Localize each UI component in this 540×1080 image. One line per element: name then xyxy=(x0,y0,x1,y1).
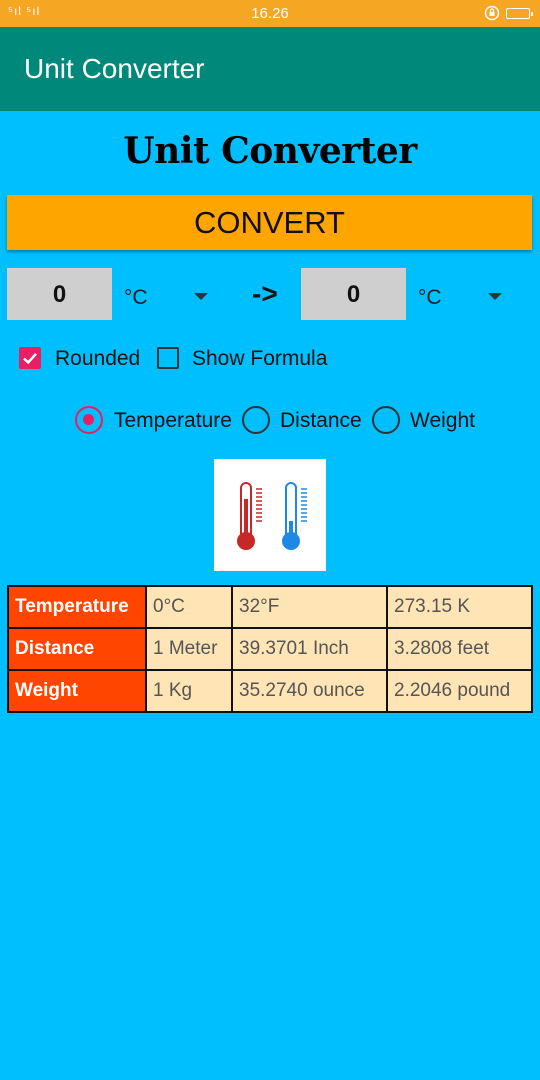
radio-distance[interactable] xyxy=(242,406,270,434)
table-row-header: Temperature xyxy=(7,585,147,629)
radio-temperature[interactable] xyxy=(75,406,103,434)
table-cell: 2.2046 pound xyxy=(386,669,533,713)
table-cell: 39.3701 Inch xyxy=(231,627,388,671)
radio-weight-label[interactable]: Weight xyxy=(410,409,475,433)
table-row-header: Weight xyxy=(7,669,147,713)
battery-icon xyxy=(506,7,533,19)
to-value-output[interactable]: 0 xyxy=(301,268,406,320)
page-title: Unit Converter xyxy=(123,130,417,172)
show-formula-label[interactable]: Show Formula xyxy=(192,347,327,371)
table-cell: 35.2740 ounce xyxy=(231,669,388,713)
radio-weight[interactable] xyxy=(372,406,400,434)
status-icons xyxy=(484,5,533,21)
app-bar-title: Unit Converter xyxy=(24,53,205,84)
rounded-checkbox[interactable] xyxy=(19,347,41,369)
conversion-arrow: -> xyxy=(252,278,278,309)
table-row: Weight 1 Kg 35.2740 ounce 2.2046 pound xyxy=(7,669,533,713)
table-cell: 273.15 K xyxy=(386,585,533,629)
table-row: Distance 1 Meter 39.3701 Inch 3.2808 fee… xyxy=(7,627,533,671)
table-cell: 3.2808 feet xyxy=(386,627,533,671)
radio-temperature-label[interactable]: Temperature xyxy=(114,409,232,433)
conversion-table: Temperature 0°C 32°F 273.15 K Distance 1… xyxy=(7,585,533,713)
table-cell: 1 Meter xyxy=(145,627,233,671)
from-unit-select[interactable]: °C xyxy=(124,286,148,310)
thermometer-icon xyxy=(237,482,307,550)
table-cell: 32°F xyxy=(231,585,388,629)
to-unit-select[interactable]: °C xyxy=(418,286,442,310)
show-formula-checkbox[interactable] xyxy=(157,347,179,369)
convert-button[interactable]: CONVERT xyxy=(7,195,532,250)
to-unit-dropdown-icon[interactable] xyxy=(488,293,502,300)
table-cell: 1 Kg xyxy=(145,669,233,713)
table-cell: 0°C xyxy=(145,585,233,629)
category-image xyxy=(214,459,326,571)
table-row: Temperature 0°C 32°F 273.15 K xyxy=(7,585,533,629)
from-unit-dropdown-icon[interactable] xyxy=(194,293,208,300)
lock-rotation-icon xyxy=(484,5,500,21)
check-icon xyxy=(23,352,37,365)
from-value-input[interactable]: 0 xyxy=(7,268,112,320)
rounded-label[interactable]: Rounded xyxy=(55,347,140,371)
radio-distance-label[interactable]: Distance xyxy=(280,409,362,433)
status-time: 16.26 xyxy=(251,5,289,22)
status-bar: ⁵ıl ⁵ıl 16.26 xyxy=(0,0,540,27)
table-row-header: Distance xyxy=(7,627,147,671)
app-bar: Unit Converter xyxy=(0,27,540,111)
